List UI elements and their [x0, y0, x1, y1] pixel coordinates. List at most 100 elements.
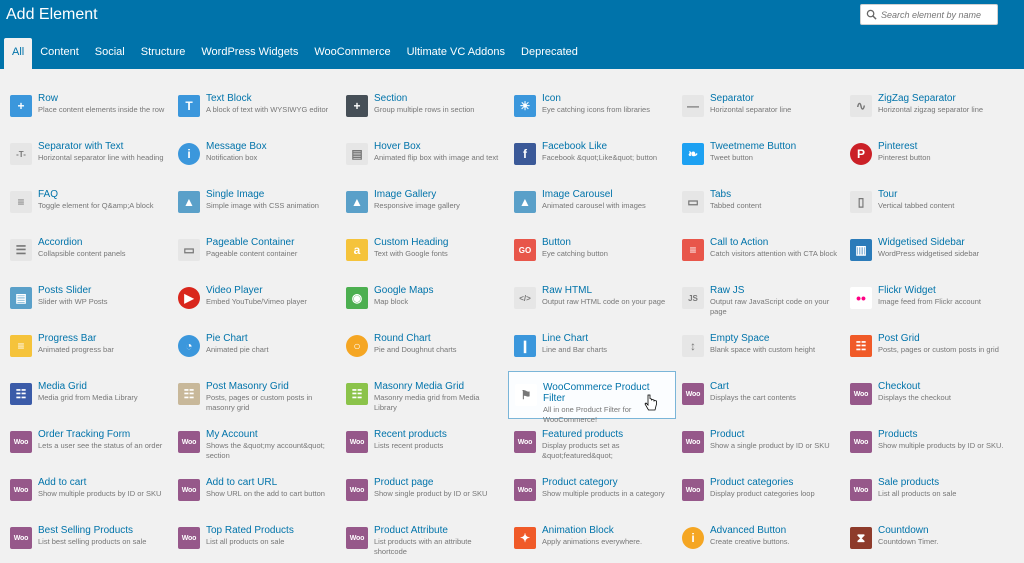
element-separator[interactable]: — Separator Horizontal separator line: [676, 83, 844, 131]
pageable-icon: ▭: [178, 239, 200, 261]
element-row[interactable]: + Row Place content elements inside the ro…: [4, 83, 172, 131]
element-name: Checkout: [878, 381, 921, 392]
element-media-grid[interactable]: ☷ Media Grid Media grid from Media Library: [4, 371, 172, 419]
element-description: Display products set as &quot;featured&q…: [542, 441, 620, 460]
element-post-masonry-grid[interactable]: ☷ Post Masonry Grid Posts, pages or custom…: [172, 371, 340, 419]
zigzag-icon: ∿: [850, 95, 872, 117]
element-image-carousel[interactable]: ▲ Image Carousel Animated carousel with im…: [508, 179, 676, 227]
element-description: Display product categories loop: [710, 489, 815, 498]
element-text: Facebook Like Facebook &quot;Like&quot; b…: [542, 141, 672, 163]
tab-structure[interactable]: Structure: [133, 38, 194, 69]
element-facebook-like[interactable]: f Facebook Like Facebook &quot;Like&quot; …: [508, 131, 676, 179]
tab-social[interactable]: Social: [87, 38, 133, 69]
hourglass-icon: ⧗: [850, 527, 872, 549]
dialog-header: Add Element All Content Social Structure…: [0, 0, 1024, 69]
element-sale-products[interactable]: Woo Sale products List all products on sal…: [844, 467, 1012, 515]
tab-content[interactable]: Content: [32, 38, 87, 69]
element-checkout[interactable]: Woo Checkout Displays the checkout: [844, 371, 1012, 419]
tab-all[interactable]: All: [4, 38, 33, 69]
element-tabs[interactable]: ▭ Tabs Tabbed content: [676, 179, 844, 227]
element-recent-products[interactable]: Woo Recent products Lists recent products: [340, 419, 508, 467]
element-posts-slider[interactable]: ▤ Posts Slider Slider with WP Posts: [4, 275, 172, 323]
element-add-to-cart-url[interactable]: Woo Add to cart URL Show URL on the add to…: [172, 467, 340, 515]
element-pinterest[interactable]: P Pinterest Pinterest button: [844, 131, 1012, 179]
element-empty-space[interactable]: ↕ Empty Space Blank space with custom heig…: [676, 323, 844, 371]
search-box[interactable]: [860, 4, 998, 25]
element-faq[interactable]: ≡ FAQ Toggle element for Q&amp;A block: [4, 179, 172, 227]
element-text: Icon Eye catching icons from libraries: [542, 93, 672, 115]
tab-deprecated[interactable]: Deprecated: [513, 38, 586, 69]
element-single-image[interactable]: ▲ Single Image Simple image with CSS anima…: [172, 179, 340, 227]
element-tweetmeme-button[interactable]: ❧ Tweetmeme Button Tweet button: [676, 131, 844, 179]
element-name: Pie Chart: [206, 333, 248, 344]
element-description: Group multiple rows in section: [374, 105, 475, 114]
element-hover-box[interactable]: ▤ Hover Box Animated flip box with image a…: [340, 131, 508, 179]
element-post-grid[interactable]: ☷ Post Grid Posts, pages or custom posts i…: [844, 323, 1012, 371]
element-video-player[interactable]: ▶ Video Player Embed YouTube/Vimeo player: [172, 275, 340, 323]
element-masonry-media-grid[interactable]: ☷ Masonry Media Grid Masonry media grid fr…: [340, 371, 508, 419]
element-google-maps[interactable]: ◉ Google Maps Map block: [340, 275, 508, 323]
element-raw-js[interactable]: JS Raw JS Output raw JavaScript code on yo…: [676, 275, 844, 323]
element-button[interactable]: GO Button Eye catching button: [508, 227, 676, 275]
element-widgetised-sidebar[interactable]: ▥ Widgetised Sidebar WordPress widgetised …: [844, 227, 1012, 275]
progress-icon: ≡: [10, 335, 32, 357]
element-round-chart[interactable]: ○ Round Chart Pie and Doughnut charts: [340, 323, 508, 371]
element-description: Show multiple products by ID or SKU.: [878, 441, 1004, 450]
element-cart[interactable]: Woo Cart Displays the cart contents: [676, 371, 844, 419]
element-products[interactable]: Woo Products Show multiple products by ID …: [844, 419, 1012, 467]
element-text-block[interactable]: T Text Block A block of text with WYSIWYG …: [172, 83, 340, 131]
element-name: Pageable Container: [206, 237, 295, 248]
twitter-icon: ❧: [682, 143, 704, 165]
element-custom-heading[interactable]: a Custom Heading Text with Google fonts: [340, 227, 508, 275]
element-order-tracking-form[interactable]: Woo Order Tracking Form Lets a user see th…: [4, 419, 172, 467]
element-product-categories[interactable]: Woo Product categories Display product cat…: [676, 467, 844, 515]
element-icon[interactable]: ☀ Icon Eye catching icons from libraries: [508, 83, 676, 131]
woo-icon: Woo: [346, 527, 368, 549]
element-image-gallery[interactable]: ▲ Image Gallery Responsive image gallery: [340, 179, 508, 227]
element-name: Tweetmeme Button: [710, 141, 797, 152]
element-pageable-container[interactable]: ▭ Pageable Container Pageable content cont…: [172, 227, 340, 275]
element-description: Show a single product by ID or SKU: [710, 441, 830, 450]
element-text: Progress Bar Animated progress bar: [38, 333, 168, 355]
element-flickr-widget[interactable]: •• Flickr Widget Image feed from Flickr ac…: [844, 275, 1012, 323]
tab-ultimate-vc-addons[interactable]: Ultimate VC Addons: [399, 38, 513, 69]
element-featured-products[interactable]: Woo Featured products Display products set…: [508, 419, 676, 467]
element-description: Simple image with CSS animation: [206, 201, 319, 210]
element-name: Hover Box: [374, 141, 421, 152]
element-add-to-cart[interactable]: Woo Add to cart Show multiple products by …: [4, 467, 172, 515]
element-my-account[interactable]: Woo My Account Shows the &quot;my account&…: [172, 419, 340, 467]
element-product-page[interactable]: Woo Product page Show single product by ID…: [340, 467, 508, 515]
element-description: List all products on sale: [206, 537, 285, 546]
element-separator-with-text[interactable]: -T- Separator with Text Horizontal separat…: [4, 131, 172, 179]
element-pie-chart[interactable]: ◔ Pie Chart Animated pie chart: [172, 323, 340, 371]
element-name: Add to cart: [38, 477, 87, 488]
element-text: Call to Action Catch visitors attention w…: [710, 237, 840, 259]
element-name: Custom Heading: [374, 237, 449, 248]
element-name: Image Carousel: [542, 189, 613, 200]
element-name: Facebook Like: [542, 141, 608, 152]
element-raw-html[interactable]: </> Raw HTML Output raw HTML code on your …: [508, 275, 676, 323]
woo-icon: Woo: [682, 383, 704, 405]
element-line-chart[interactable]: ❙ Line Chart Line and Bar charts: [508, 323, 676, 371]
product-filter-icon: ⚑: [515, 384, 537, 406]
element-description: Displays the checkout: [878, 393, 951, 402]
search-input[interactable]: [881, 7, 993, 23]
element-accordion[interactable]: ☰ Accordion Collapsible content panels: [4, 227, 172, 275]
element-message-box[interactable]: i Message Box Notification box: [172, 131, 340, 179]
sidebar-icon: ▥: [850, 239, 872, 261]
element-section[interactable]: + Section Group multiple rows in section: [340, 83, 508, 131]
tab-wordpress-widgets[interactable]: WordPress Widgets: [193, 38, 306, 69]
element-product-category[interactable]: Woo Product category Show multiple product…: [508, 467, 676, 515]
element-text: Accordion Collapsible content panels: [38, 237, 168, 259]
info-circle-icon: i: [682, 527, 704, 549]
woo-icon: Woo: [850, 431, 872, 453]
element-text: Pinterest Pinterest button: [878, 141, 1008, 163]
element-tour[interactable]: ▯ Tour Vertical tabbed content: [844, 179, 1012, 227]
element-text: Text Block A block of text with WYSIWYG e…: [206, 93, 336, 115]
element-progress-bar[interactable]: ≡ Progress Bar Animated progress bar: [4, 323, 172, 371]
tabs-icon: ▭: [682, 191, 704, 213]
element-zigzag-separator[interactable]: ∿ ZigZag Separator Horizontal zigzag separ…: [844, 83, 1012, 131]
tab-woocommerce[interactable]: WooCommerce: [306, 38, 398, 69]
element-call-to-action[interactable]: ≡ Call to Action Catch visitors attention …: [676, 227, 844, 275]
element-product[interactable]: Woo Product Show a single product by ID or…: [676, 419, 844, 467]
